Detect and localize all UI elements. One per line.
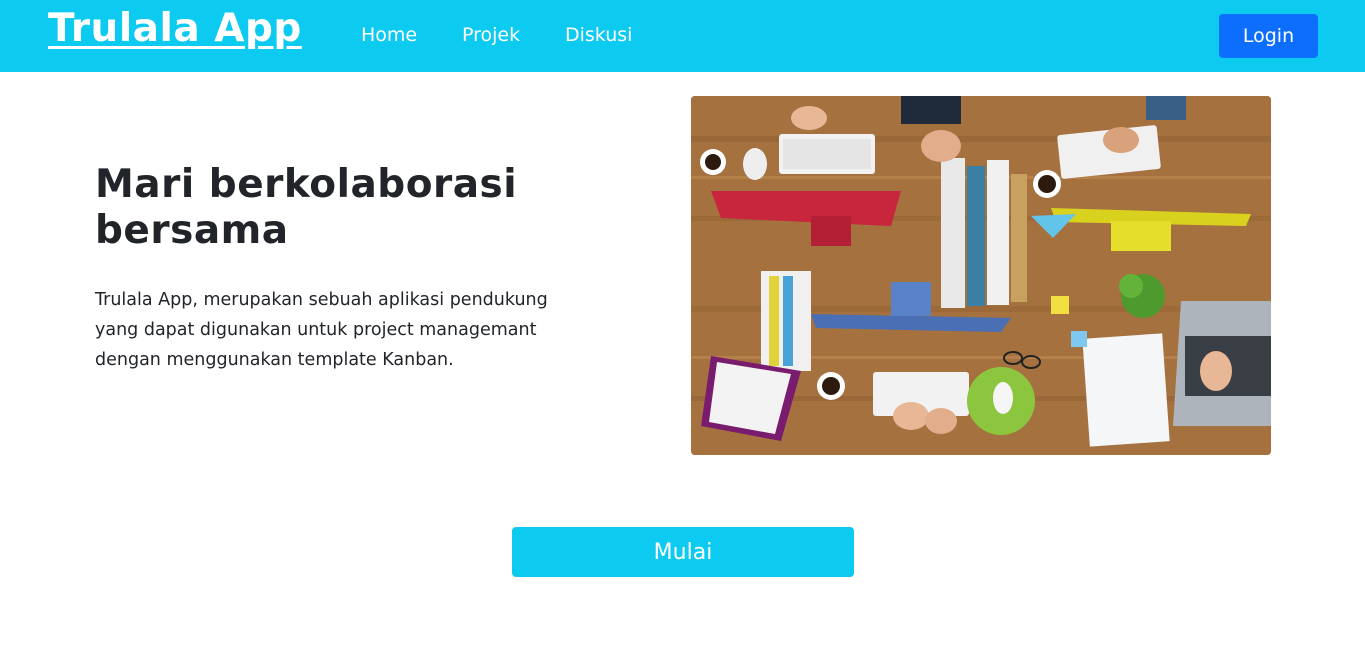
hero-title: Mari berkolaborasi bersama [95,162,518,253]
brand-logo-link[interactable]: Trulala App [48,6,302,51]
desk-collaboration-illustration [691,96,1271,455]
login-button[interactable]: Login [1219,14,1318,58]
navbar: Trulala App Home Projek Diskusi Login [0,0,1365,72]
nav-link-diskusi[interactable]: Diskusi [565,24,632,46]
nav-link-projek[interactable]: Projek [462,24,520,46]
hero-description: Trulala App, merupakan sebuah aplikasi p… [95,290,548,370]
hero-image [691,96,1271,455]
nav-link-home[interactable]: Home [361,24,417,46]
mulai-button[interactable]: Mulai [512,527,854,577]
